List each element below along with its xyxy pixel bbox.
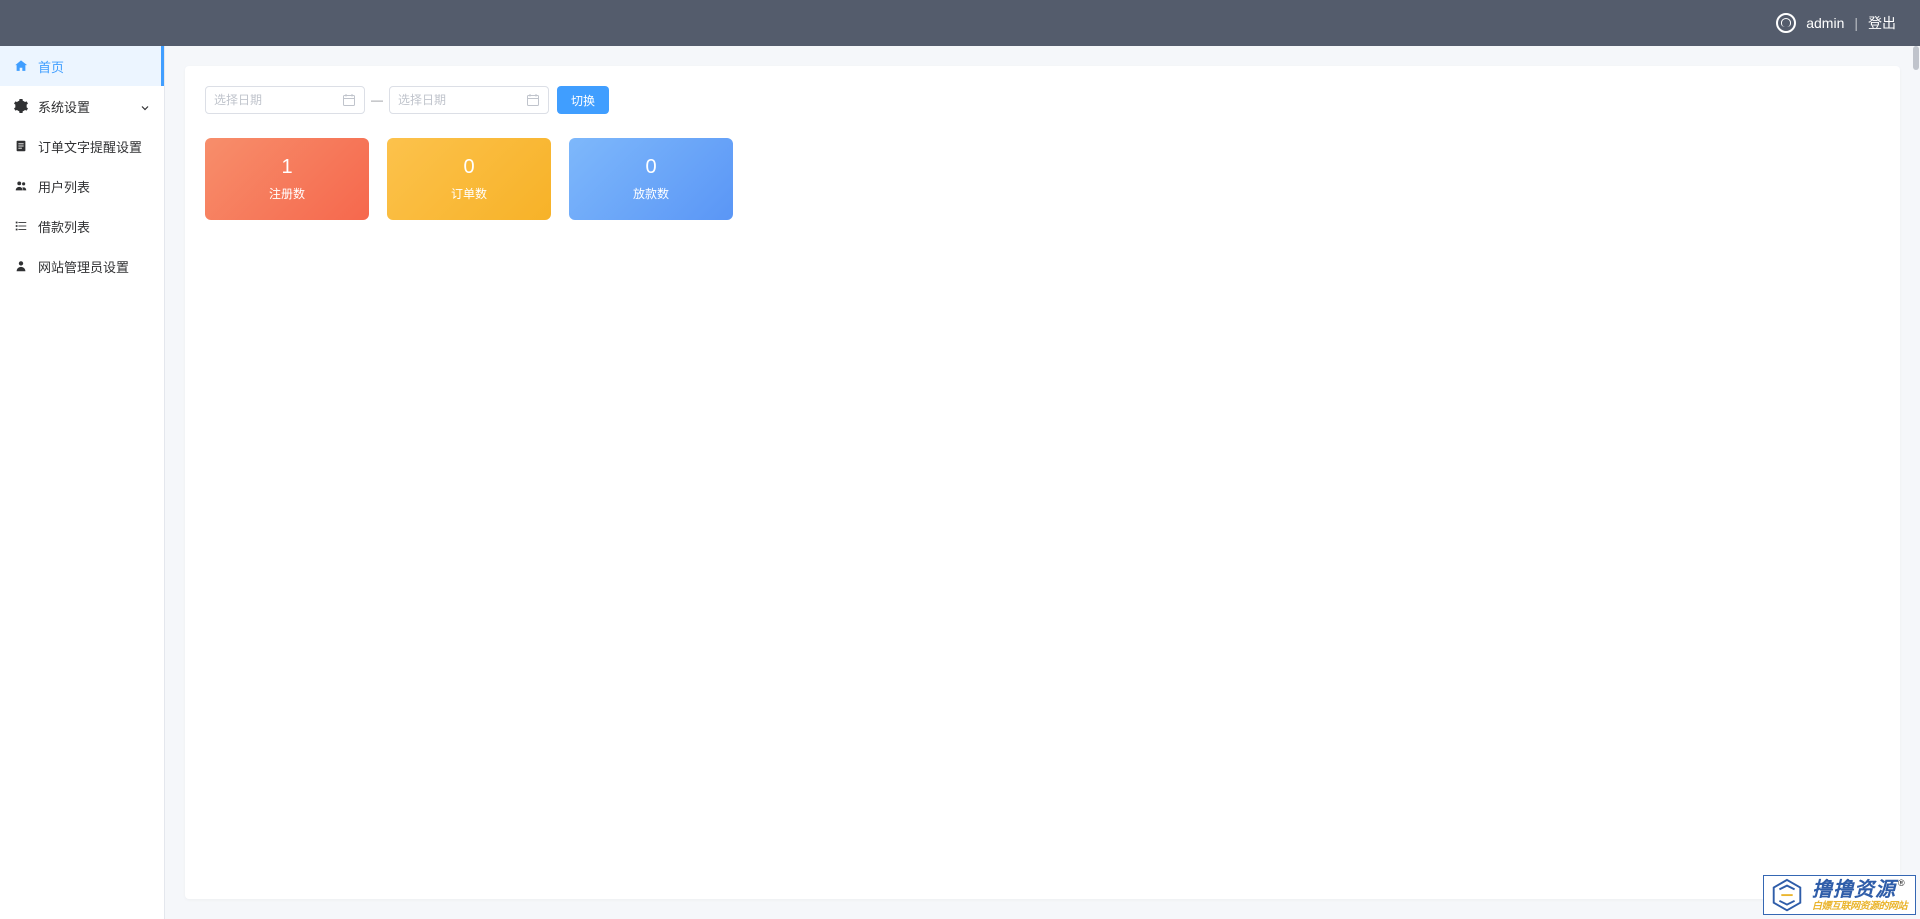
sidebar-item-label: 用户列表 (38, 177, 90, 196)
watermark-text: 撸撸资源 ® 白嫖互联网资源的网站 (1812, 879, 1907, 912)
filter-row: — 切换 (205, 86, 1880, 114)
sidebar-item-loan-list[interactable]: 借款列表 (0, 206, 164, 246)
home-icon (14, 59, 28, 73)
sidebar-item-system-settings[interactable]: 系统设置 (0, 86, 164, 126)
date-range-picker: — (205, 86, 549, 114)
calendar-icon (342, 93, 356, 107)
stat-card-orders: 0 订单数 (387, 138, 551, 220)
stats-row: 1 注册数 0 订单数 0 放款数 (205, 138, 1880, 220)
stat-card-register: 1 注册数 (205, 138, 369, 220)
sidebar-item-label: 订单文字提醒设置 (38, 137, 142, 156)
sidebar-item-label: 系统设置 (38, 97, 90, 116)
watermark: 撸撸资源 ® 白嫖互联网资源的网站 (1763, 875, 1916, 915)
stat-label: 注册数 (269, 185, 305, 202)
app-header: admin | 登出 (0, 0, 1920, 46)
stat-card-disbursements: 0 放款数 (569, 138, 733, 220)
list-icon (14, 219, 28, 233)
date-range-separator: — (371, 93, 383, 107)
sidebar-item-label: 网站管理员设置 (38, 257, 129, 276)
username-label: admin (1806, 15, 1844, 31)
sidebar-item-admin-settings[interactable]: 网站管理员设置 (0, 246, 164, 286)
main-content: — 切换 1 注册数 0 订单数 (165, 46, 1920, 919)
main-card: — 切换 1 注册数 0 订单数 (185, 66, 1900, 899)
person-icon (14, 259, 28, 273)
sidebar-item-home[interactable]: 首页 (0, 46, 164, 86)
date-end-input[interactable] (389, 86, 549, 114)
date-start-input[interactable] (205, 86, 365, 114)
stat-value: 0 (645, 156, 656, 179)
user-avatar-icon (1776, 13, 1796, 33)
sidebar: 首页 系统设置 订单文字提醒设置 用户列表 (0, 46, 165, 919)
stat-value: 1 (281, 156, 292, 179)
chevron-down-icon (140, 101, 150, 111)
header-right: admin | 登出 (1776, 13, 1896, 33)
logout-link[interactable]: 登出 (1868, 13, 1896, 33)
header-divider: | (1854, 15, 1858, 31)
sidebar-item-label: 借款列表 (38, 217, 90, 236)
date-end-field[interactable] (398, 93, 526, 107)
watermark-logo-icon (1768, 878, 1806, 912)
registered-icon: ® (1898, 879, 1906, 889)
switch-button[interactable]: 切换 (557, 86, 609, 114)
scrollbar[interactable] (1911, 46, 1919, 919)
watermark-title-text: 撸撸资源 (1812, 879, 1896, 901)
watermark-title: 撸撸资源 ® (1812, 879, 1907, 901)
doc-icon (14, 139, 28, 153)
scrollbar-thumb[interactable] (1913, 46, 1919, 70)
gear-icon (14, 99, 28, 113)
stat-value: 0 (463, 156, 474, 179)
stat-label: 放款数 (633, 185, 669, 202)
date-start-field[interactable] (214, 93, 342, 107)
watermark-subtitle: 白嫖互联网资源的网站 (1812, 901, 1907, 912)
sidebar-item-user-list[interactable]: 用户列表 (0, 166, 164, 206)
calendar-icon (526, 93, 540, 107)
users-icon (14, 179, 28, 193)
sidebar-item-order-text-reminder[interactable]: 订单文字提醒设置 (0, 126, 164, 166)
sidebar-item-label: 首页 (38, 57, 64, 76)
stat-label: 订单数 (451, 185, 487, 202)
